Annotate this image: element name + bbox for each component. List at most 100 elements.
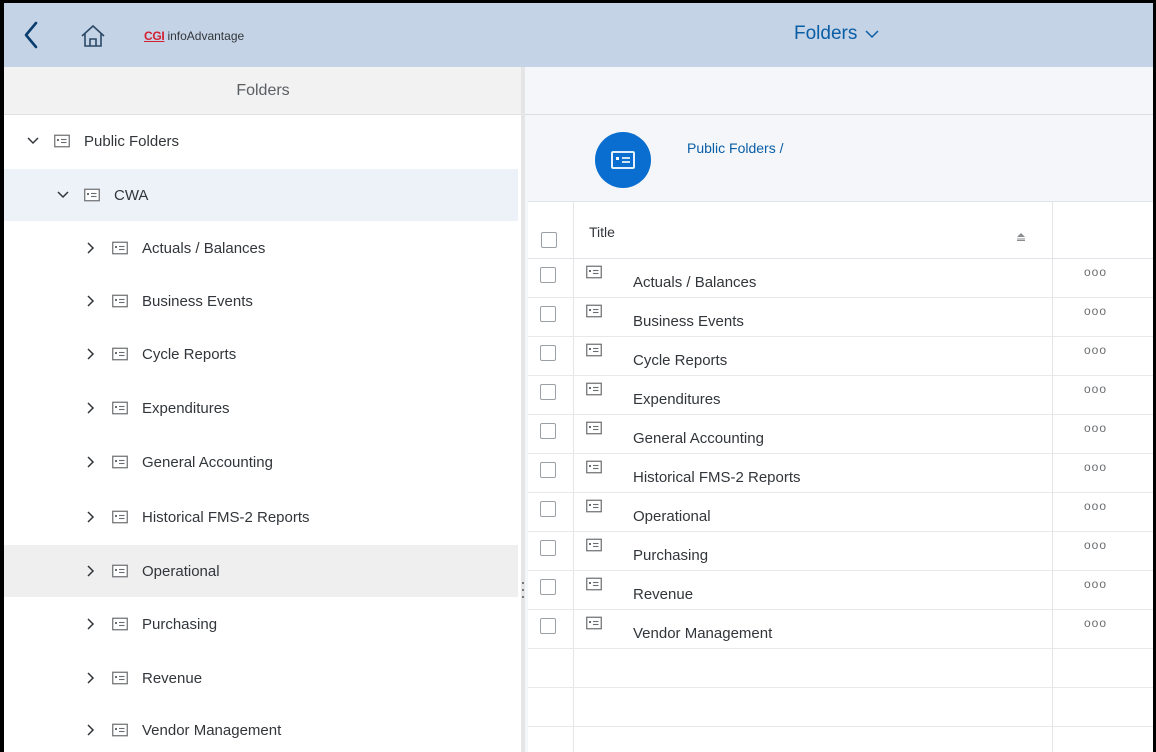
row-checkbox[interactable] <box>540 462 556 478</box>
tree-item[interactable]: General Accounting <box>4 436 518 488</box>
tree-expander[interactable] <box>56 188 70 202</box>
breadcrumb[interactable]: Public Folders / <box>687 140 783 156</box>
tree-item-label: Actuals / Balances <box>142 239 266 257</box>
tree-item[interactable]: Public Folders <box>4 115 518 167</box>
home-button[interactable] <box>80 23 106 49</box>
row-checkbox[interactable] <box>540 267 556 283</box>
row-title[interactable]: General Accounting <box>633 430 764 447</box>
tree-expander[interactable] <box>84 564 98 578</box>
row-title[interactable]: Cycle Reports <box>633 352 727 369</box>
row-title[interactable]: Operational <box>633 508 711 525</box>
tree-item[interactable]: Operational <box>4 545 518 597</box>
folder-header: Public Folders / <box>525 116 1153 201</box>
select-all-checkbox[interactable] <box>541 232 557 248</box>
tree-item[interactable]: Actuals / Balances <box>4 222 518 274</box>
tree-item[interactable]: Revenue <box>4 652 518 704</box>
row-checkbox[interactable] <box>540 384 556 400</box>
tree-item-label: Revenue <box>142 669 203 687</box>
folder-icon <box>112 723 128 737</box>
content-toolbar <box>525 67 1153 115</box>
row-checkbox[interactable] <box>540 306 556 322</box>
folder-icon <box>586 499 602 513</box>
folder-icon-wrap <box>84 188 100 202</box>
tree-item[interactable]: Historical FMS-2 Reports <box>4 491 518 543</box>
tree-expander[interactable] <box>84 510 98 524</box>
folder-icon-wrap <box>112 617 128 631</box>
row-title[interactable]: Vendor Management <box>633 625 772 642</box>
tree-expander[interactable] <box>26 134 40 148</box>
tree-expander[interactable] <box>84 401 98 415</box>
tree-item[interactable]: CWA <box>4 169 518 221</box>
tree-item[interactable]: Purchasing <box>4 598 518 650</box>
folder-table: Title Actuals / Balances ooo Business Even… <box>528 201 1153 752</box>
table-row[interactable]: Actuals / Balances ooo <box>528 259 1153 298</box>
more-actions-button[interactable]: ooo <box>1084 460 1107 474</box>
tree-item-label: Expenditures <box>142 399 230 417</box>
column-header-title[interactable]: Title <box>589 224 615 240</box>
row-title[interactable]: Revenue <box>633 586 693 603</box>
shell-title-menu[interactable]: Folders <box>794 23 879 45</box>
more-actions-button[interactable]: ooo <box>1084 577 1107 591</box>
row-title[interactable]: Actuals / Balances <box>633 274 756 291</box>
folder-icon <box>586 382 602 396</box>
back-button[interactable] <box>16 17 46 53</box>
row-checkbox[interactable] <box>540 579 556 595</box>
folder-icon-wrap <box>586 616 602 635</box>
tree-item[interactable]: Expenditures <box>4 382 518 434</box>
more-actions-button[interactable]: ooo <box>1084 499 1107 513</box>
table-row[interactable]: Cycle Reports ooo <box>528 337 1153 376</box>
tree-item[interactable]: Cycle Reports <box>4 328 518 380</box>
table-row[interactable]: Business Events ooo <box>528 298 1153 337</box>
folder-icon <box>112 241 128 255</box>
table-row[interactable]: Historical FMS-2 Reports ooo <box>528 454 1153 493</box>
tree-expander[interactable] <box>84 294 98 308</box>
tree-expander[interactable] <box>84 347 98 361</box>
folder-icon-wrap <box>586 343 602 362</box>
more-actions-button[interactable]: ooo <box>1084 382 1107 396</box>
table-row[interactable]: Expenditures ooo <box>528 376 1153 415</box>
tree-item-label: Vendor Management <box>142 721 282 739</box>
row-title[interactable]: Business Events <box>633 313 744 330</box>
tree-item[interactable]: Vendor Management <box>4 704 518 752</box>
table-row[interactable]: Vendor Management ooo <box>528 610 1153 649</box>
tree-item-label: Business Events <box>142 292 253 310</box>
table-row[interactable]: Operational ooo <box>528 493 1153 532</box>
row-title[interactable]: Purchasing <box>633 547 708 564</box>
chevron-down-icon <box>27 137 39 145</box>
table-row[interactable]: Purchasing ooo <box>528 532 1153 571</box>
tree-expander[interactable] <box>84 723 98 737</box>
shell-title: Folders <box>794 23 858 44</box>
folder-icon-wrap <box>112 241 128 255</box>
chevron-right-icon <box>87 456 95 468</box>
row-checkbox[interactable] <box>540 345 556 361</box>
table-row[interactable]: Revenue ooo <box>528 571 1153 610</box>
chevron-right-icon <box>87 295 95 307</box>
folder-icon <box>112 510 128 524</box>
row-title[interactable]: Expenditures <box>633 391 721 408</box>
row-checkbox[interactable] <box>540 618 556 634</box>
folder-icon <box>112 294 128 308</box>
more-actions-button[interactable]: ooo <box>1084 343 1107 357</box>
more-actions-button[interactable]: ooo <box>1084 304 1107 318</box>
folder-icon-wrap <box>112 723 128 737</box>
empty-row <box>528 688 1153 727</box>
tree-expander[interactable] <box>84 671 98 685</box>
more-actions-button[interactable]: ooo <box>1084 538 1107 552</box>
tree-item[interactable]: Business Events <box>4 275 518 327</box>
folder-icon-wrap <box>112 671 128 685</box>
row-checkbox[interactable] <box>540 501 556 517</box>
row-checkbox[interactable] <box>540 423 556 439</box>
more-actions-button[interactable]: ooo <box>1084 616 1107 630</box>
tree-expander[interactable] <box>84 241 98 255</box>
app-logo[interactable]: CGI infoAdvantage <box>144 29 244 43</box>
row-title[interactable]: Historical FMS-2 Reports <box>633 469 801 486</box>
folder-icon-wrap <box>112 347 128 361</box>
more-actions-button[interactable]: ooo <box>1084 265 1107 279</box>
row-checkbox[interactable] <box>540 540 556 556</box>
folder-icon <box>586 577 602 591</box>
more-actions-button[interactable]: ooo <box>1084 421 1107 435</box>
tree-expander[interactable] <box>84 455 98 469</box>
tree-expander[interactable] <box>84 617 98 631</box>
sort-icon[interactable] <box>1016 228 1026 246</box>
table-row[interactable]: General Accounting ooo <box>528 415 1153 454</box>
